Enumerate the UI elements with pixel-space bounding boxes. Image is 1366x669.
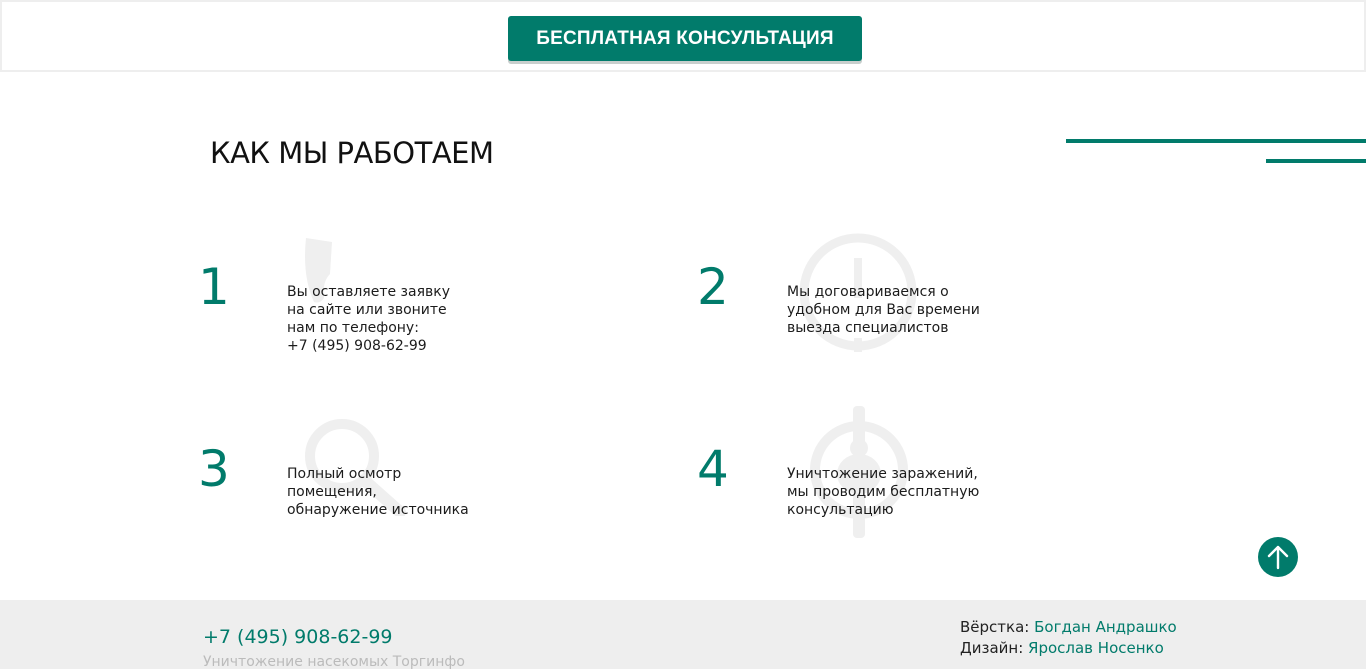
step-number: 2 (697, 258, 729, 316)
scroll-to-top-button[interactable] (1258, 537, 1298, 577)
footer-phone-link[interactable]: +7 (495) 908-62-99 (203, 626, 393, 648)
step-number: 4 (697, 440, 729, 498)
arrow-up-icon (1267, 545, 1289, 570)
step-description: Вы оставляете заявку на сайте или звонит… (287, 284, 450, 354)
design-author-link[interactable]: Ярослав Носенко (1028, 639, 1164, 657)
step-description: Мы договариваемся о удобном для Вас врем… (787, 284, 980, 336)
layout-credit: Вёрстка: Богдан Андрашко (960, 618, 1177, 636)
design-credit-label: Дизайн: (960, 639, 1024, 657)
decorative-line-long (1066, 139, 1366, 143)
decorative-line-short (1266, 159, 1366, 163)
footer-company-name: Уничтожение насекомых Торгинфо (203, 654, 465, 669)
section-title: КАК МЫ РАБОТАЕМ (210, 136, 494, 170)
top-bar: БЕСПЛАТНАЯ КОНСУЛЬТАЦИЯ (0, 0, 1366, 72)
layout-credit-label: Вёрстка: (960, 618, 1030, 636)
design-credit: Дизайн: Ярослав Носенко (960, 639, 1164, 657)
footer: +7 (495) 908-62-99 Уничтожение насекомых… (0, 600, 1366, 669)
step-description: Уничтожение заражений, мы проводим беспл… (787, 466, 980, 518)
step-number: 1 (198, 258, 230, 316)
free-consultation-button[interactable]: БЕСПЛАТНАЯ КОНСУЛЬТАЦИЯ (508, 16, 862, 61)
layout-author-link[interactable]: Богдан Андрашко (1034, 618, 1177, 636)
step-description: Полный осмотр помещения, обнаружение ист… (287, 466, 469, 518)
step-number: 3 (198, 440, 230, 498)
